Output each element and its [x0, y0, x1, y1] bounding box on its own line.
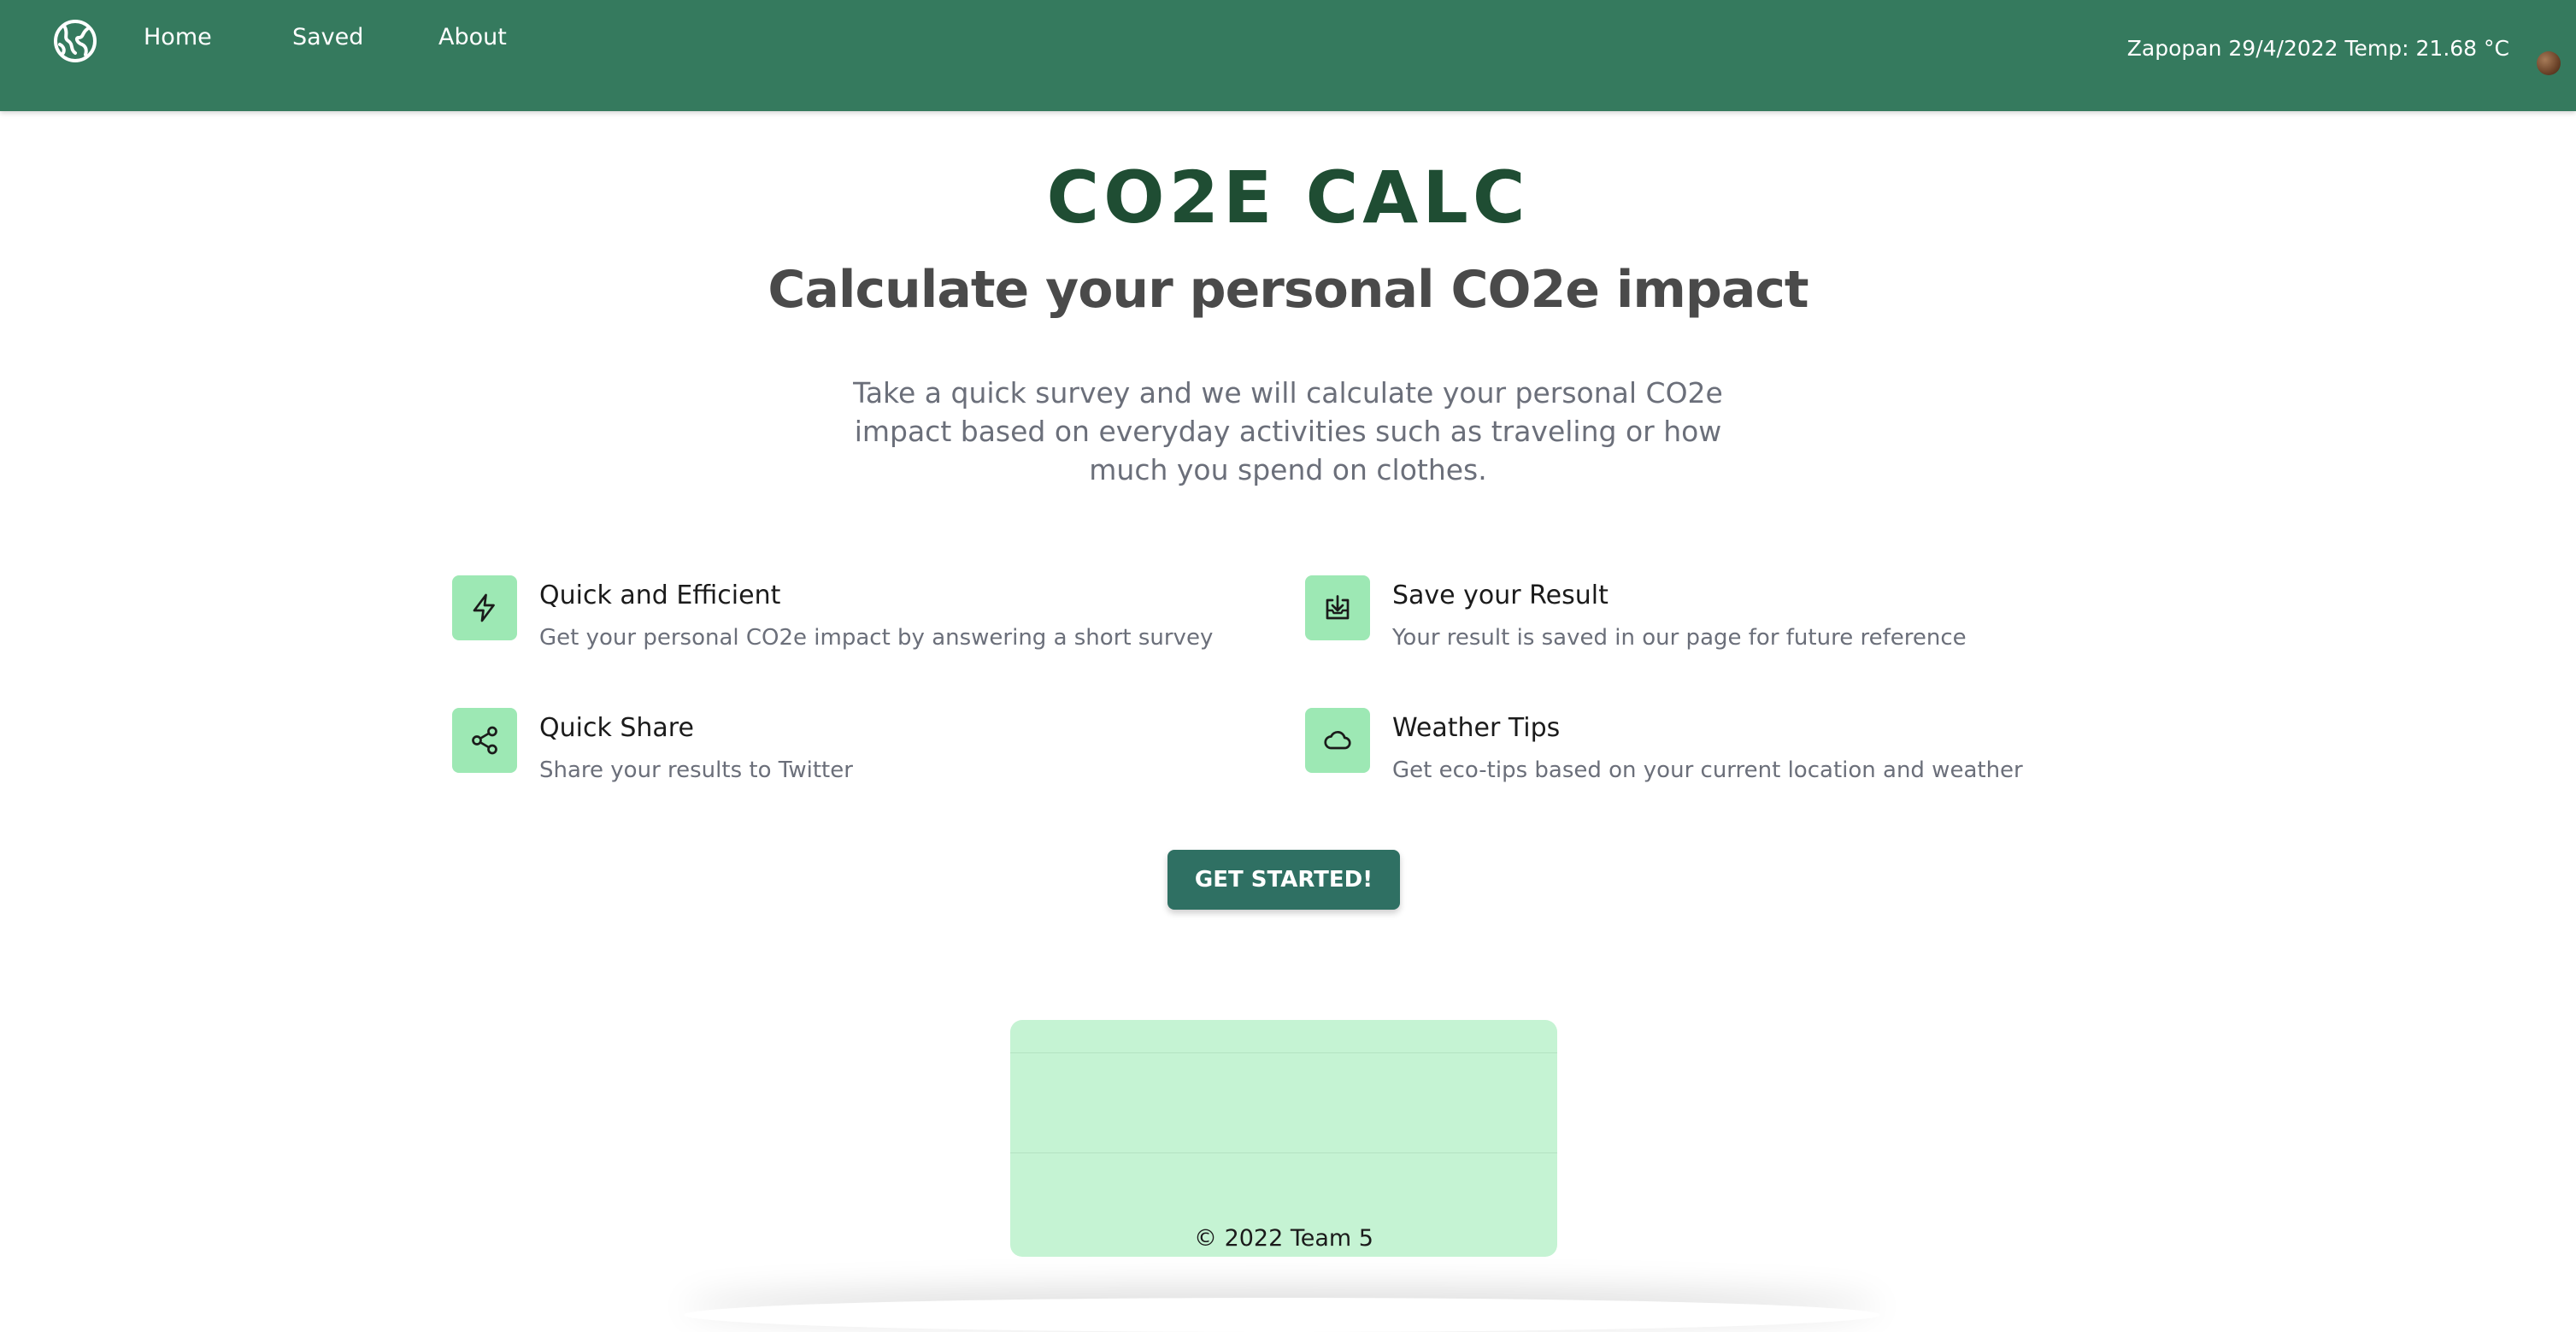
- nav-saved-link[interactable]: Saved: [292, 24, 363, 50]
- footer-divider: [1010, 1152, 1557, 1153]
- weather-status: Zapopan 29/4/2022 Temp: 21.68 °C: [2126, 36, 2509, 61]
- feature-quick-efficient: Quick and Efficient Get your personal CO…: [452, 575, 1221, 652]
- feature-description: Get your personal CO2e impact by answeri…: [539, 625, 1214, 651]
- top-navbar: Home Saved About Zapopan 29/4/2022 Temp:…: [0, 0, 2576, 111]
- intro-text: Take a quick survey and we will calculat…: [853, 376, 1723, 486]
- feature-icon-box: [452, 575, 517, 640]
- feature-icon-box: [1305, 575, 1370, 640]
- nav-about-link[interactable]: About: [438, 24, 507, 50]
- brand-title: CO2E CALC: [1046, 156, 1530, 239]
- download-tray-icon: [1326, 595, 1350, 620]
- nav-home-link[interactable]: Home: [144, 24, 212, 50]
- footer-card: © 2022 Team 5: [1010, 1020, 1557, 1257]
- feature-weather-tips: Weather Tips Get eco-tips based on your …: [1305, 708, 2074, 785]
- feature-title: Save your Result: [1392, 581, 1609, 610]
- feature-save-result: Save your Result Your result is saved in…: [1305, 575, 2074, 652]
- feature-description: Share your results to Twitter: [539, 757, 853, 783]
- footer-divider: [1010, 1052, 1557, 1053]
- cloud-icon: [1324, 730, 1351, 750]
- feature-icon-box: [1305, 708, 1370, 773]
- feature-icon-box: [452, 708, 517, 773]
- lightning-icon: [473, 593, 495, 622]
- get-started-button[interactable]: GET STARTED!: [1167, 850, 1400, 910]
- feature-title: Quick and Efficient: [539, 581, 781, 610]
- feature-title: Weather Tips: [1392, 713, 1561, 743]
- feature-description: Get eco-tips based on your current locat…: [1392, 757, 2023, 783]
- feature-title: Quick Share: [539, 713, 694, 743]
- bottom-shadow: [684, 1298, 1880, 1332]
- feature-description: Your result is saved in our page for fut…: [1392, 625, 1967, 651]
- feature-quick-share: Quick Share Share your results to Twitte…: [452, 708, 1221, 785]
- copyright-text: © 2022 Team 5: [1193, 1225, 1373, 1252]
- share-icon: [472, 726, 497, 755]
- avatar[interactable]: [2537, 51, 2561, 75]
- globe-logo-icon[interactable]: [53, 19, 97, 63]
- page-title: Calculate your personal CO2e impact: [768, 260, 1808, 320]
